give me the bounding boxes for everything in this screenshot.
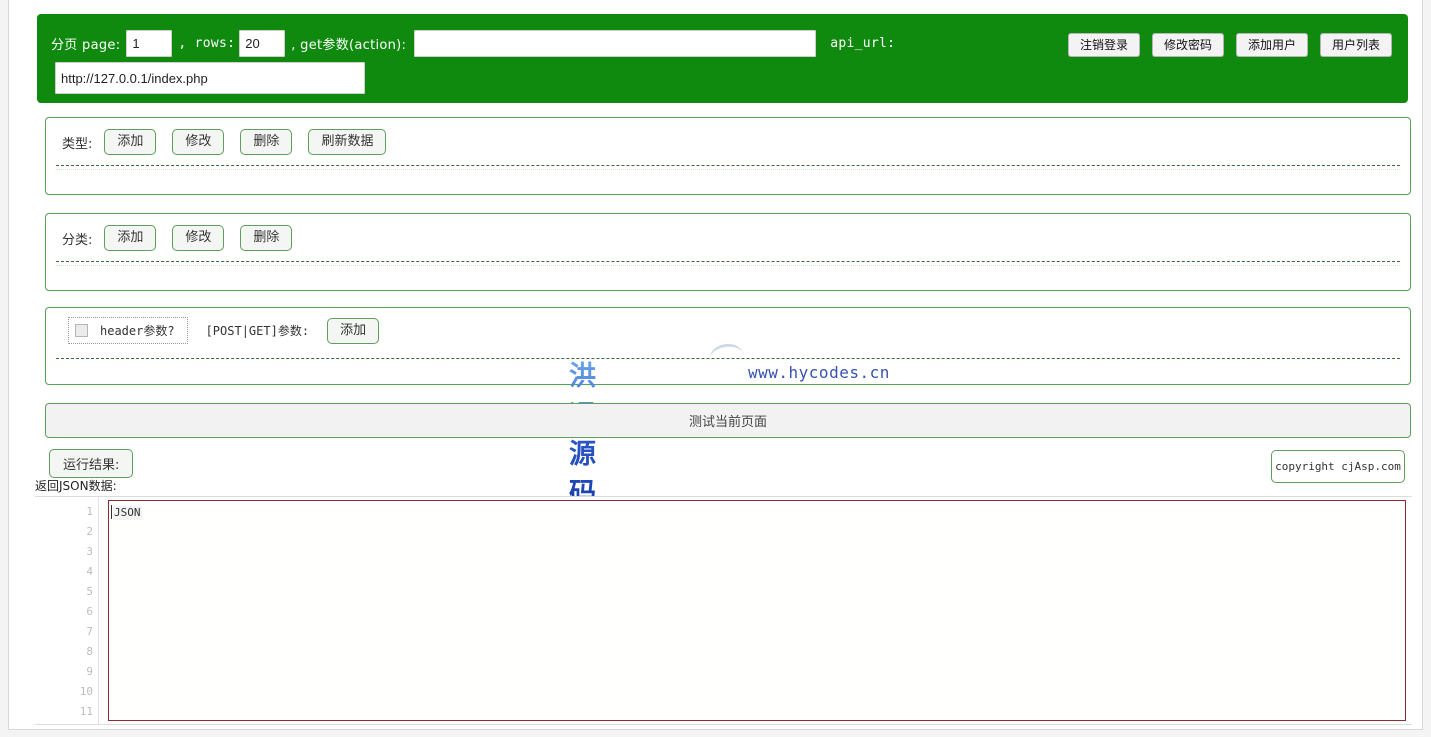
line-number: 4 [86, 565, 93, 578]
header-toolbar: 分页 page: , rows: , get参数(action): api_ur… [37, 14, 1408, 103]
page-frame: 分页 page: , rows: , get参数(action): api_ur… [8, 0, 1423, 730]
header-paging-row: 分页 page: , rows: , get参数(action): api_ur… [51, 28, 895, 58]
type-panel-controls: 类型: 添加 修改 删除 刷新数据 [62, 129, 402, 155]
category-panel-controls: 分类: 添加 修改 删除 [62, 225, 308, 251]
action-label: , get参数(action): [291, 37, 407, 53]
get-action-input[interactable] [414, 29, 817, 57]
category-panel-divider [56, 261, 1400, 262]
line-number: 9 [86, 665, 93, 678]
json-editor[interactable]: 1 2 3 4 5 6 7 8 9 10 11 JSON [35, 496, 1412, 725]
page-bottom-strip [8, 730, 1423, 737]
line-number: 1 [86, 505, 93, 518]
editor-line-numbers: 1 2 3 4 5 6 7 8 9 10 11 [35, 502, 93, 722]
test-current-page-button[interactable]: 测试当前页面 [45, 403, 1411, 438]
add-user-button[interactable]: 添加用户 [1235, 33, 1308, 57]
category-panel: 分类: 添加 修改 删除 [45, 213, 1411, 291]
line-number: 7 [86, 625, 93, 638]
line-number: 11 [79, 705, 93, 718]
type-delete-button[interactable]: 删除 [240, 129, 293, 155]
change-password-button[interactable]: 修改密码 [1151, 33, 1224, 57]
logout-button[interactable]: 注销登录 [1067, 33, 1140, 57]
json-code-line-1: JSON [113, 506, 142, 520]
line-number: 8 [86, 645, 93, 658]
rows-label: , rows: [178, 35, 236, 51]
rows-input[interactable] [239, 29, 286, 57]
type-refresh-button[interactable]: 刷新数据 [308, 129, 387, 155]
params-panel-controls: header参数? [POST|GET]参数: 添加 [68, 317, 395, 344]
header-button-group: 注销登录 修改密码 添加用户 用户列表 [1067, 33, 1392, 57]
copyright-badge: copyright cjAsp.com [1271, 450, 1405, 483]
type-panel: 类型: 添加 修改 删除 刷新数据 [45, 117, 1411, 195]
category-panel-divider-secondary [56, 265, 1400, 266]
header-param-toggle[interactable]: header参数? [68, 317, 188, 344]
line-number: 5 [86, 585, 93, 598]
app-root: 分页 page: , rows: , get参数(action): api_ur… [0, 0, 1431, 737]
type-panel-divider-secondary [56, 169, 1400, 170]
category-add-button[interactable]: 添加 [104, 225, 157, 251]
test-current-page-label: 测试当前页面 [688, 415, 767, 430]
type-label: 类型: [62, 136, 93, 152]
json-code-surface[interactable]: JSON [110, 503, 1404, 720]
page-input[interactable] [126, 29, 173, 57]
header-param-checkbox[interactable] [75, 324, 88, 337]
text-caret [111, 505, 112, 519]
category-label: 分类: [62, 232, 93, 248]
paging-label: 分页 page: [51, 37, 121, 53]
type-add-button[interactable]: 添加 [104, 129, 157, 155]
param-add-button[interactable]: 添加 [327, 317, 380, 344]
json-output-label: 返回JSON数据: [35, 479, 117, 493]
line-number: 10 [79, 685, 93, 698]
json-code-input[interactable]: JSON [108, 500, 1406, 721]
params-panel-divider [56, 358, 1400, 359]
api-url-label: api_url: [830, 35, 896, 51]
post-get-param-label: [POST|GET]参数: [205, 324, 310, 338]
run-result-button[interactable]: 运行结果: [49, 449, 134, 478]
user-list-button[interactable]: 用户列表 [1319, 33, 1392, 57]
category-delete-button[interactable]: 删除 [240, 225, 293, 251]
copyright-label: copyright cjAsp.com [1275, 460, 1401, 473]
line-number: 2 [86, 525, 93, 538]
params-panel: header参数? [POST|GET]参数: 添加 [45, 307, 1411, 385]
api-url-input[interactable] [55, 62, 365, 94]
category-edit-button[interactable]: 修改 [172, 225, 225, 251]
type-panel-divider [56, 165, 1400, 166]
line-number: 3 [86, 545, 93, 558]
header-param-label: header参数? [100, 324, 175, 338]
editor-gutter-separator [98, 497, 99, 724]
type-edit-button[interactable]: 修改 [172, 129, 225, 155]
line-number: 6 [86, 605, 93, 618]
